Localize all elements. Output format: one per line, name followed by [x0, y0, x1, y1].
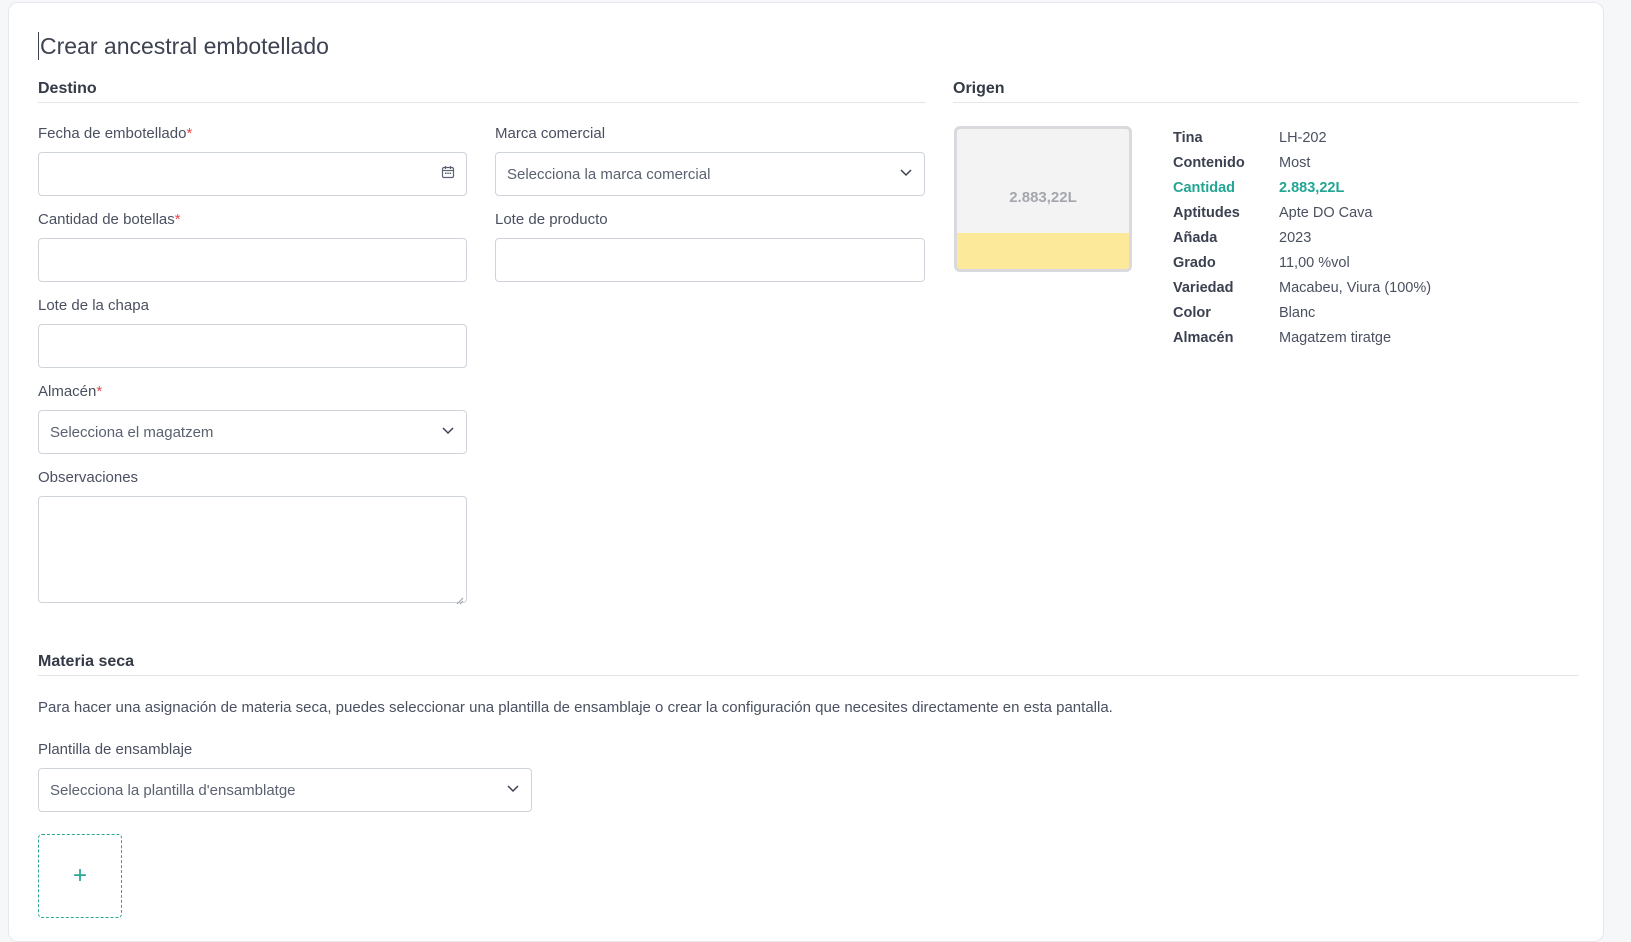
prop-row-grado: Grado 11,00 %vol — [1173, 250, 1431, 275]
section-title-materia-seca: Materia seca — [38, 653, 135, 670]
prop-value: Blanc — [1279, 304, 1316, 321]
required-mark: * — [96, 383, 103, 400]
prop-key: Grado — [1173, 254, 1216, 271]
prop-key: Aptitudes — [1173, 204, 1240, 221]
calendar-icon[interactable] — [441, 165, 455, 183]
prop-value: 11,00 %vol — [1279, 254, 1350, 271]
chevron-down-icon — [441, 423, 455, 441]
section-divider — [38, 675, 1579, 676]
prop-key: Contenido — [1173, 154, 1245, 171]
prop-row-anada: Añada 2023 — [1173, 225, 1431, 250]
marca-comercial-select[interactable]: Selecciona la marca comercial — [495, 152, 925, 196]
plus-icon: + — [72, 862, 87, 889]
lote-producto-input[interactable] — [495, 238, 925, 282]
observaciones-label: Observaciones — [38, 469, 139, 486]
prop-row-contenido: Contenido Most — [1173, 150, 1431, 175]
prop-value: Apte DO Cava — [1279, 204, 1373, 221]
prop-key: Añada — [1173, 229, 1218, 246]
prop-value: LH-202 — [1279, 129, 1327, 146]
section-title-destino: Destino — [38, 80, 97, 97]
plantilla-label: Plantilla de ensamblaje — [38, 741, 193, 758]
prop-value: Most — [1279, 154, 1311, 171]
prop-key: Variedad — [1173, 279, 1234, 296]
prop-value: 2.883,22L — [1279, 179, 1345, 196]
cantidad-botellas-input[interactable] — [38, 238, 467, 282]
plantilla-ensamblaje-select[interactable]: Selecciona la plantilla d'ensamblatge — [38, 768, 532, 812]
tank-volume-label: 2.883,22L — [1009, 189, 1077, 206]
prop-key: Almacén — [1173, 329, 1234, 346]
chevron-down-icon — [506, 781, 520, 799]
origen-properties: Tina LH-202 Contenido Most Cantidad 2.883,2… — [1173, 125, 1431, 350]
cantidad-label: Cantidad de botellas* — [38, 211, 181, 228]
prop-row-color: Color Blanc — [1173, 300, 1431, 325]
prop-row-cantidad: Cantidad 2.883,22L — [1173, 175, 1431, 200]
almacen-label: Almacén* — [38, 383, 103, 400]
required-mark: * — [186, 125, 193, 142]
prop-row-almacen: Almacén Magatzem tiratge — [1173, 325, 1431, 350]
resize-handle-icon[interactable] — [456, 592, 464, 605]
prop-value: 2023 — [1279, 229, 1312, 246]
add-materia-button[interactable]: + — [38, 834, 122, 918]
prop-key: Color — [1173, 304, 1211, 321]
lote-producto-label: Lote de producto — [495, 211, 608, 228]
section-divider — [953, 102, 1579, 103]
tank-visual: 2.883,22L — [954, 126, 1132, 272]
observaciones-textarea[interactable] — [38, 496, 467, 605]
chevron-down-icon — [899, 165, 913, 183]
fecha-label: Fecha de embotellado* — [38, 125, 193, 142]
prop-value: Magatzem tiratge — [1279, 329, 1392, 346]
marca-label: Marca comercial — [495, 125, 606, 142]
required-mark: * — [174, 211, 181, 228]
prop-key: Cantidad — [1173, 179, 1236, 196]
section-title-origen: Origen — [953, 80, 1005, 97]
almacen-select[interactable]: Selecciona el magatzem — [38, 410, 467, 454]
fecha-embotellado-input[interactable] — [38, 152, 467, 196]
prop-row-tina: Tina LH-202 — [1173, 125, 1431, 150]
marca-placeholder: Selecciona la marca comercial — [507, 165, 711, 183]
prop-value: Macabeu, Viura (100%) — [1279, 279, 1432, 296]
prop-key: Tina — [1173, 129, 1203, 146]
section-divider — [38, 102, 926, 103]
lote-chapa-label: Lote de la chapa — [38, 297, 149, 314]
prop-row-aptitudes: Aptitudes Apte DO Cava — [1173, 200, 1431, 225]
materia-description: Para hacer una asignación de materia sec… — [38, 699, 1113, 716]
prop-row-variedad: Variedad Macabeu, Viura (100%) — [1173, 275, 1431, 300]
almacen-placeholder: Selecciona el magatzem — [50, 423, 214, 441]
tank-fill — [957, 232, 1129, 269]
lote-chapa-input[interactable] — [38, 324, 467, 368]
plantilla-placeholder: Selecciona la plantilla d'ensamblatge — [50, 781, 296, 799]
page-title: Crear ancestral embotellado — [38, 32, 329, 60]
